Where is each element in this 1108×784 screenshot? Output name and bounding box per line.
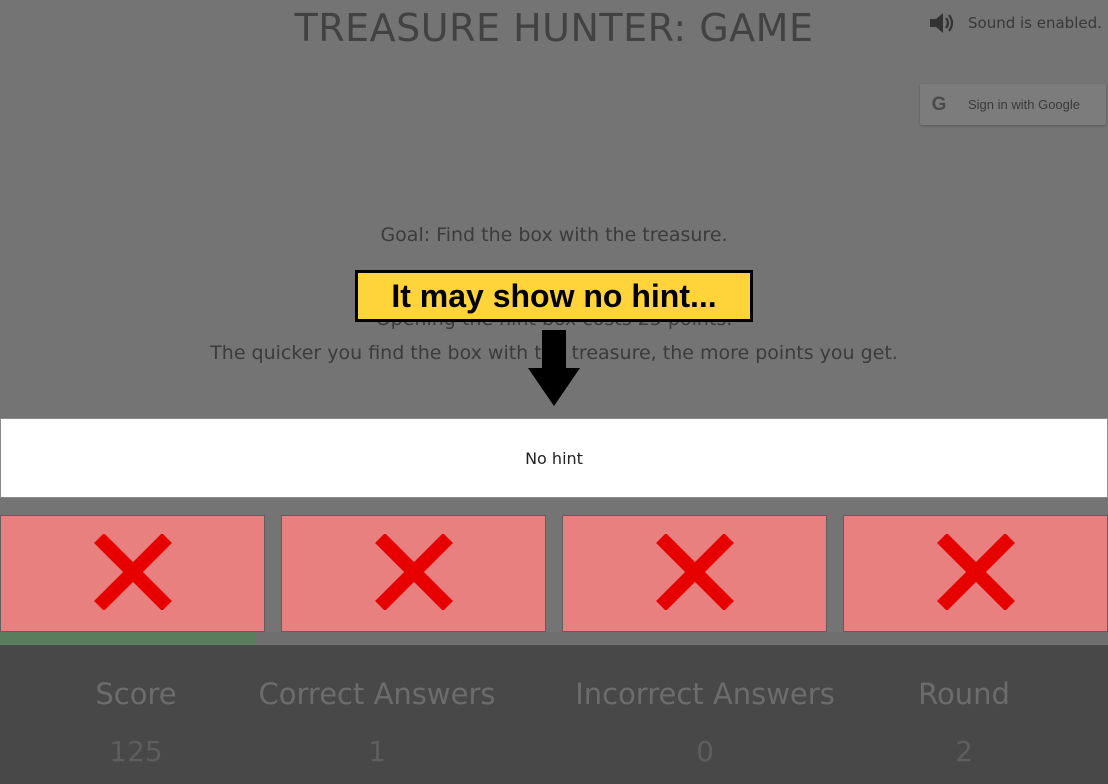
treasure-box-4[interactable] — [843, 515, 1108, 632]
round-progress-bar — [0, 632, 1108, 645]
arrow-down-icon — [526, 330, 582, 412]
stat-value: 125 — [109, 735, 163, 768]
google-g-icon: G — [931, 93, 947, 115]
stat-value: 1 — [368, 735, 386, 768]
hint-text: No hint — [525, 448, 583, 468]
stat-label: Score — [95, 677, 177, 711]
treasure-box-3[interactable] — [562, 515, 827, 632]
stat-label: Round — [918, 677, 1010, 711]
stat-value: 2 — [955, 735, 973, 768]
sound-toggle[interactable]: Sound is enabled. — [928, 10, 1102, 36]
x-mark-icon — [936, 532, 1016, 614]
goal-text: Goal: Find the box with the treasure. — [380, 224, 728, 246]
sound-status-text: Sound is enabled. — [968, 14, 1102, 32]
x-mark-icon — [374, 532, 454, 614]
google-signin-button[interactable]: G Sign in with Google — [920, 84, 1106, 125]
x-mark-icon — [655, 532, 735, 614]
tutorial-callout: It may show no hint... — [355, 270, 753, 322]
x-mark-icon — [93, 532, 173, 614]
speaker-icon — [928, 10, 958, 36]
google-signin-label: Sign in with Google — [968, 97, 1081, 112]
hint-panel: No hint — [0, 418, 1108, 498]
stats-panel: Score 125 Correct Answers 1 Incorrect An… — [0, 645, 1108, 784]
round-progress-fill — [0, 632, 255, 645]
stat-label: Incorrect Answers — [575, 677, 835, 711]
stat-value: 0 — [696, 735, 714, 768]
treasure-box-2[interactable] — [281, 515, 546, 632]
stat-label: Correct Answers — [258, 677, 496, 711]
treasure-box-1[interactable] — [0, 515, 265, 632]
